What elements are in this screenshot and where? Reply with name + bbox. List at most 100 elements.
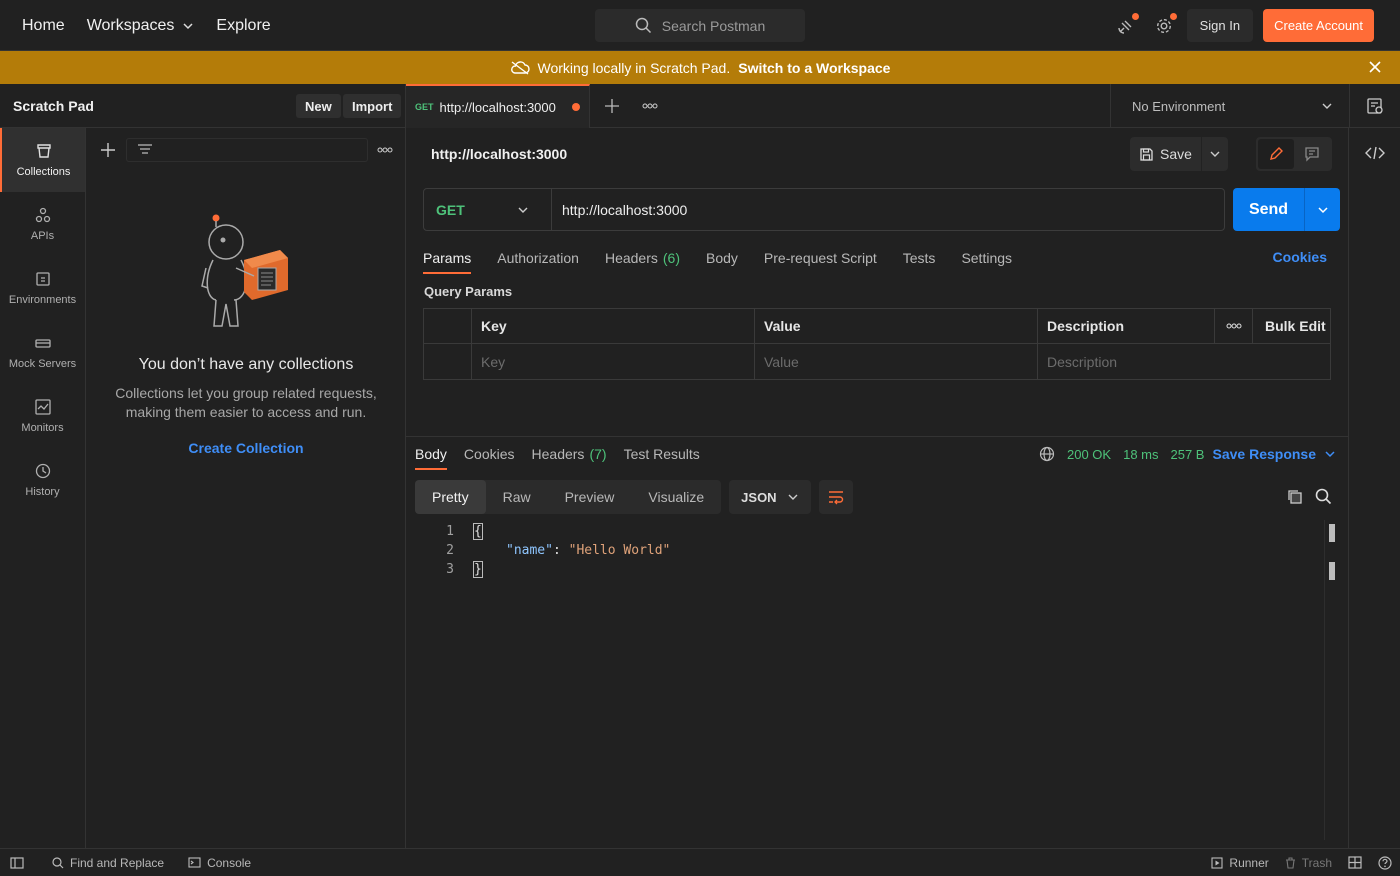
globe-icon[interactable] <box>1039 446 1055 462</box>
send-button[interactable]: Send <box>1233 188 1305 231</box>
two-pane-icon[interactable] <box>1348 856 1362 869</box>
nav-workspaces[interactable]: Workspaces <box>87 17 195 35</box>
sidebar-item-collections[interactable]: Collections <box>0 128 85 192</box>
view-preview[interactable]: Preview <box>548 480 632 514</box>
response-tab-body[interactable]: Body <box>415 438 447 470</box>
satellite-button[interactable] <box>1107 9 1145 42</box>
sidebar-item-monitors[interactable]: Monitors <box>0 384 85 448</box>
copy-icon[interactable] <box>1286 488 1303 505</box>
more-tabs-icon[interactable] <box>642 103 658 109</box>
tab-body[interactable]: Body <box>706 242 738 274</box>
wrap-lines-icon <box>829 491 844 505</box>
runner-icon <box>1211 856 1223 869</box>
tab-label: Headers <box>531 446 585 462</box>
toggle-sidebar-icon[interactable] <box>10 856 24 869</box>
filter-icon <box>138 144 152 154</box>
close-icon[interactable] <box>1368 60 1382 74</box>
request-tab-active[interactable]: GET http://localhost:3000 <box>406 84 590 128</box>
find-replace-button[interactable]: Find and Replace <box>52 856 164 870</box>
filter-input[interactable] <box>126 138 368 162</box>
tab-headers[interactable]: Headers (6) <box>605 242 680 274</box>
more-icon[interactable] <box>377 147 393 153</box>
tab-params[interactable]: Params <box>423 242 472 274</box>
query-params-label: Query Params <box>424 284 513 299</box>
apis-icon <box>35 207 50 223</box>
bulk-edit-button[interactable]: Bulk Edit <box>1253 309 1330 344</box>
response-size[interactable]: 257 B <box>1171 447 1205 462</box>
sign-in-button[interactable]: Sign In <box>1186 9 1254 42</box>
status-badge[interactable]: 200 OK <box>1067 447 1111 462</box>
url-input[interactable]: http://localhost:3000 <box>552 202 687 218</box>
nav-explore[interactable]: Explore <box>216 17 270 35</box>
scroll-marker <box>1329 524 1335 542</box>
new-button[interactable]: New <box>296 94 341 118</box>
view-visualize[interactable]: Visualize <box>631 480 721 514</box>
astronaut-illustration-icon <box>201 214 288 327</box>
new-tab-plus-icon[interactable] <box>604 98 620 114</box>
satellite-icon <box>1117 20 1132 34</box>
response-time[interactable]: 18 ms <box>1123 447 1158 462</box>
tab-label: Settings <box>961 250 1013 266</box>
cookies-link[interactable]: Cookies <box>1273 249 1327 265</box>
code-snippet-icon[interactable] <box>1365 145 1385 161</box>
tab-authorization[interactable]: Authorization <box>497 242 579 274</box>
sidebar-item-environments[interactable]: Environments <box>0 256 85 320</box>
checkbox-column <box>424 308 472 344</box>
comments-mode-button[interactable] <box>1294 139 1330 169</box>
sidebar-item-apis[interactable]: APIs <box>0 192 85 256</box>
sidebar-item-mock-servers[interactable]: Mock Servers <box>0 320 85 384</box>
send-options-button[interactable] <box>1305 188 1340 231</box>
tab-settings[interactable]: Settings <box>961 242 1012 274</box>
trash-button[interactable]: Trash <box>1285 856 1332 870</box>
view-pretty[interactable]: Pretty <box>415 480 486 514</box>
runner-button[interactable]: Runner <box>1211 856 1269 870</box>
settings-button[interactable] <box>1145 9 1183 42</box>
import-button[interactable]: Import <box>343 94 402 118</box>
create-account-button[interactable]: Create Account <box>1263 9 1374 42</box>
response-tab-test-results[interactable]: Test Results <box>624 438 700 470</box>
tab-label: Test Results <box>623 446 700 462</box>
tab-url: http://localhost:3000 <box>439 99 556 115</box>
tab-tests[interactable]: Tests <box>903 242 936 274</box>
sidebar-item-history[interactable]: History <box>0 448 85 512</box>
code-brace: } <box>473 561 483 578</box>
description-input[interactable]: Description <box>1038 344 1330 379</box>
sidebar-item-label: History <box>25 486 60 498</box>
sidebar-item-label: Monitors <box>21 422 64 434</box>
key-input[interactable]: Key <box>472 344 755 379</box>
save-options-button[interactable] <box>1202 148 1228 160</box>
response-divider[interactable] <box>406 436 1348 437</box>
edit-mode-button[interactable] <box>1258 139 1294 169</box>
status-bar: Find and Replace Console Runner Trash <box>0 848 1400 875</box>
plus-icon[interactable] <box>100 142 116 158</box>
save-button-group: Save <box>1130 137 1228 171</box>
json-key: "name" <box>506 543 553 558</box>
view-raw[interactable]: Raw <box>486 480 548 514</box>
console-button[interactable]: Console <box>188 856 251 870</box>
collections-icon <box>36 144 51 158</box>
search-placeholder: Search Postman <box>661 17 766 34</box>
wrap-lines-button[interactable] <box>819 480 854 514</box>
column-options-button[interactable] <box>1215 308 1253 344</box>
environment-selector[interactable]: No Environment <box>1110 84 1350 128</box>
search-icon[interactable] <box>1315 488 1332 505</box>
format-select[interactable]: JSON <box>729 480 812 514</box>
response-tab-cookies[interactable]: Cookies <box>464 438 515 470</box>
save-response-button[interactable]: Save Response <box>1213 446 1337 462</box>
value-input[interactable]: Value <box>755 344 1038 379</box>
scratch-pad-banner: Working locally in Scratch Pad. Switch t… <box>0 51 1400 84</box>
search-bar[interactable]: Search Postman <box>595 9 805 42</box>
tab-pre-request-script[interactable]: Pre-request Script <box>764 242 877 274</box>
method-value: GET <box>436 201 465 218</box>
method-select[interactable]: GET <box>424 189 552 230</box>
trash-icon <box>1285 856 1295 869</box>
environment-quick-look-icon[interactable] <box>1366 97 1384 115</box>
switch-workspace-link[interactable]: Switch to a Workspace <box>738 60 890 76</box>
request-title[interactable]: http://localhost:3000 <box>431 146 567 162</box>
help-icon[interactable] <box>1378 855 1392 870</box>
response-tab-headers[interactable]: Headers (7) <box>532 438 607 470</box>
create-collection-link[interactable]: Create Collection <box>86 440 406 456</box>
more-icon <box>1226 323 1241 329</box>
nav-home[interactable]: Home <box>22 17 65 35</box>
save-button[interactable]: Save <box>1130 137 1202 171</box>
